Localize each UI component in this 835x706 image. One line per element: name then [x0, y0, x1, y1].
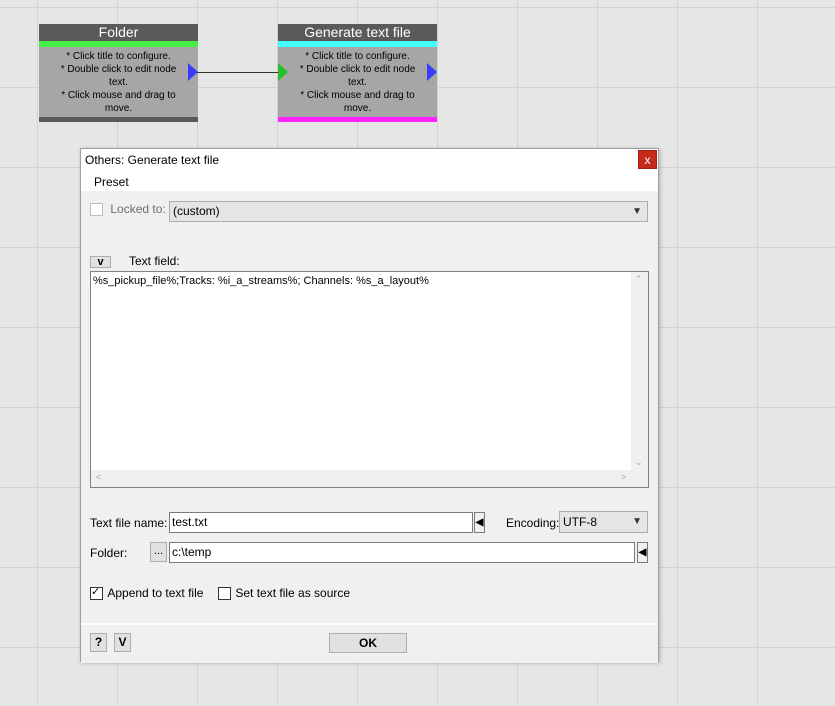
node-folder-title[interactable]: Folder — [39, 24, 198, 41]
dialog-titlebar[interactable]: Others: Generate text file x — [81, 149, 658, 171]
locked-to-select[interactable]: (custom) ▼ — [169, 201, 648, 222]
toggle-text-field-button[interactable]: v — [90, 256, 111, 268]
locked-to-label: Locked to: — [110, 202, 166, 216]
generate-text-file-dialog: Others: Generate text file x Preset Lock… — [80, 148, 659, 663]
close-button[interactable]: x — [638, 150, 657, 169]
v-button[interactable]: V — [114, 633, 131, 652]
text-field-label: Text field: — [129, 254, 180, 268]
node-folder-bottom-bar — [39, 117, 198, 122]
set-source-checkbox[interactable] — [218, 587, 231, 601]
node-folder[interactable]: Folder * Click title to configure. * Dou… — [39, 24, 198, 122]
encoding-select[interactable]: UTF-8 ▼ — [559, 511, 648, 533]
text-file-name-label: Text file name: — [90, 516, 168, 530]
locked-to-row: Locked to: — [90, 202, 166, 217]
text-field-textarea[interactable]: %s_pickup_file%;Tracks: %i_a_streams%; C… — [90, 271, 649, 488]
append-row: ✓ Append to text file — [90, 586, 203, 601]
locked-to-value: (custom) — [173, 204, 220, 218]
encoding-label: Encoding: — [506, 516, 560, 530]
node-generate-text-file[interactable]: Generate text file * Click title to conf… — [278, 24, 437, 122]
browse-folder-button[interactable]: ... — [150, 542, 167, 562]
help-button[interactable]: ? — [90, 633, 107, 652]
chevron-down-icon: ▼ — [632, 516, 642, 527]
vertical-scrollbar[interactable]: ⌃ ⌄ — [631, 272, 648, 470]
output-port-icon[interactable] — [427, 63, 437, 81]
node-generate-bottom-bar — [278, 117, 437, 122]
input-port-icon[interactable] — [278, 63, 288, 81]
locked-to-checkbox[interactable] — [90, 203, 103, 217]
dialog-title: Others: Generate text file — [85, 153, 220, 167]
scroll-corner — [631, 470, 648, 487]
node-generate-title[interactable]: Generate text file — [278, 24, 437, 41]
encoding-value: UTF-8 — [563, 515, 597, 529]
folder-label: Folder: — [90, 546, 128, 560]
set-source-row: Set text file as source — [218, 586, 350, 601]
node-generate-text[interactable]: * Click title to configure. * Double cli… — [278, 47, 437, 117]
scroll-down-icon[interactable]: ⌄ — [635, 457, 643, 468]
append-label[interactable]: Append to text file — [107, 586, 203, 600]
scroll-up-icon[interactable]: ⌃ — [635, 274, 643, 285]
append-checkbox[interactable]: ✓ — [90, 586, 103, 601]
scroll-right-icon[interactable]: > — [621, 472, 626, 482]
text-file-name-input[interactable]: test.txt — [169, 512, 473, 533]
horizontal-scrollbar[interactable]: < > — [91, 470, 631, 487]
insert-variable-arrow-icon[interactable]: ◀ — [474, 512, 485, 533]
set-source-label[interactable]: Set text file as source — [235, 586, 350, 600]
chevron-down-icon: ▼ — [632, 206, 642, 217]
dialog-footer: ? V OK — [81, 623, 658, 663]
text-field-content: %s_pickup_file%;Tracks: %i_a_streams%; C… — [93, 275, 429, 287]
insert-variable-arrow-icon[interactable]: ◀ — [637, 542, 648, 563]
node-connection-line — [197, 72, 278, 73]
scroll-left-icon[interactable]: < — [96, 472, 101, 482]
menu-bar: Preset — [81, 171, 658, 191]
folder-input[interactable]: c:\temp — [169, 542, 635, 563]
checkmark-icon: ✓ — [91, 586, 101, 599]
ok-button[interactable]: OK — [329, 633, 407, 653]
node-folder-text[interactable]: * Click title to configure. * Double cli… — [39, 47, 198, 117]
menu-preset[interactable]: Preset — [94, 175, 129, 189]
